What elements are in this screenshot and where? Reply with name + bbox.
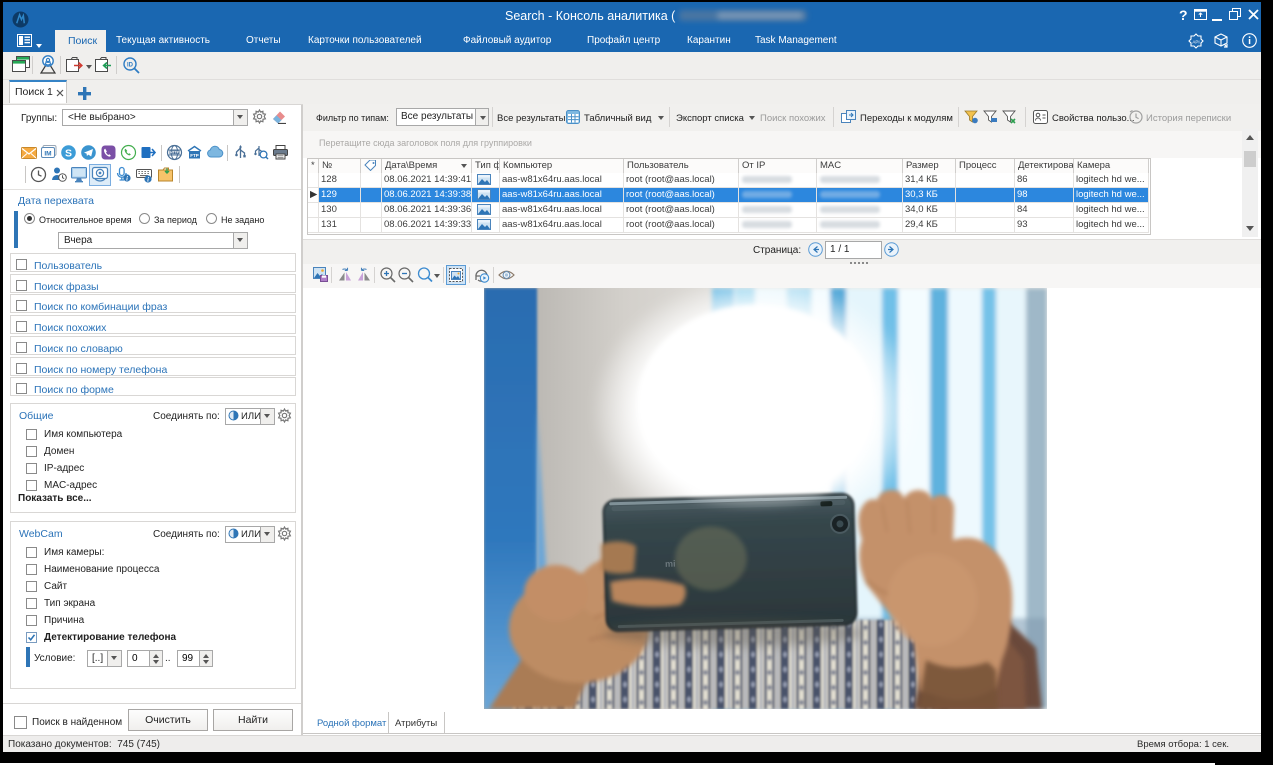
svg-text:FTP: FTP (190, 153, 199, 158)
svg-text:ID: ID (127, 63, 134, 69)
svg-text:IM: IM (44, 151, 51, 158)
svg-text:i: i (126, 175, 128, 182)
svg-text:mi: mi (665, 559, 676, 569)
svg-text:API: API (1192, 40, 1199, 45)
svg-text:i: i (147, 176, 149, 183)
svg-text:HTTP: HTTP (170, 151, 180, 155)
svg-text:S: S (65, 148, 72, 160)
